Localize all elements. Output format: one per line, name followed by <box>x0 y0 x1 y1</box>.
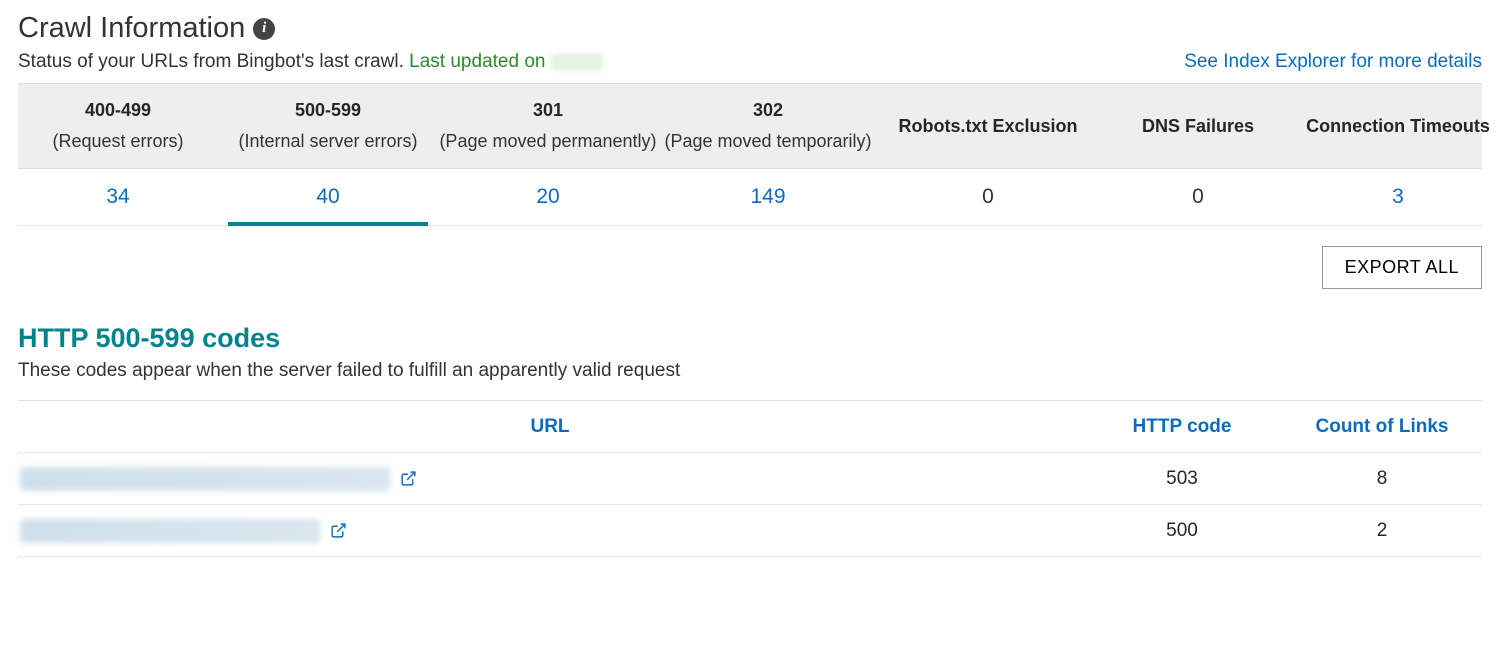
url-redacted <box>20 519 320 543</box>
open-external-icon[interactable] <box>400 470 417 487</box>
table-row: 503 8 <box>18 453 1482 505</box>
col-desc: (Request errors) <box>52 131 183 152</box>
td-count: 8 <box>1282 468 1482 490</box>
page-subtitle: Status of your URLs from Bingbot's last … <box>18 51 404 72</box>
info-icon[interactable]: i <box>253 18 275 40</box>
last-updated-prefix: Last updated on <box>409 51 551 72</box>
col-header-400-499[interactable]: 400-499 (Request errors) <box>18 100 218 152</box>
value-301[interactable]: 20 <box>438 169 658 225</box>
col-desc: (Internal server errors) <box>238 131 417 152</box>
col-label: DNS Failures <box>1142 116 1254 137</box>
table-row: 500 2 <box>18 505 1482 557</box>
col-header-connection-timeouts[interactable]: Connection Timeouts <box>1298 100 1498 152</box>
url-cell[interactable] <box>18 519 1082 543</box>
open-external-icon[interactable] <box>330 522 347 539</box>
url-cell[interactable] <box>18 467 1082 491</box>
col-desc: (Page moved permanently) <box>439 131 656 152</box>
section-description: These codes appear when the server faile… <box>18 360 1482 382</box>
url-table: URL HTTP code Count of Links 503 8 500 2 <box>18 400 1482 557</box>
value-text: 40 <box>316 185 339 208</box>
col-label: Robots.txt Exclusion <box>898 116 1077 137</box>
th-http-code[interactable]: HTTP code <box>1082 416 1282 438</box>
crawl-stats-header: 400-499 (Request errors) 500-599 (Intern… <box>18 84 1482 169</box>
last-updated-value-redacted <box>551 53 603 71</box>
td-http-code: 503 <box>1082 468 1282 490</box>
section-title: HTTP 500-599 codes <box>18 323 1482 354</box>
col-header-302[interactable]: 302 (Page moved temporarily) <box>658 100 878 152</box>
crawl-stats-values: 34 40 20 149 0 0 3 <box>18 169 1482 226</box>
export-all-button[interactable]: EXPORT ALL <box>1322 246 1482 289</box>
td-count: 2 <box>1282 520 1482 542</box>
url-redacted <box>20 467 390 491</box>
value-dns: 0 <box>1098 169 1298 225</box>
col-label: Connection Timeouts <box>1306 116 1490 137</box>
col-code: 301 <box>533 100 563 121</box>
crawl-stats: 400-499 (Request errors) 500-599 (Intern… <box>18 83 1482 226</box>
col-desc: (Page moved temporarily) <box>664 131 871 152</box>
page-title: Crawl Information <box>18 12 245 45</box>
value-302[interactable]: 149 <box>658 169 878 225</box>
col-header-301[interactable]: 301 (Page moved permanently) <box>438 100 658 152</box>
col-code: 302 <box>753 100 783 121</box>
selected-indicator <box>228 222 428 226</box>
index-explorer-link[interactable]: See Index Explorer for more details <box>1184 51 1482 73</box>
th-count-of-links[interactable]: Count of Links <box>1282 416 1482 438</box>
col-header-500-599[interactable]: 500-599 (Internal server errors) <box>218 100 438 152</box>
col-code: 500-599 <box>295 100 361 121</box>
value-connection-timeouts[interactable]: 3 <box>1298 169 1498 225</box>
table-header-row: URL HTTP code Count of Links <box>18 401 1482 453</box>
td-http-code: 500 <box>1082 520 1282 542</box>
value-400-499[interactable]: 34 <box>18 169 218 225</box>
value-robots: 0 <box>878 169 1098 225</box>
value-500-599[interactable]: 40 <box>218 169 438 225</box>
col-header-robots[interactable]: Robots.txt Exclusion <box>878 100 1098 152</box>
col-header-dns[interactable]: DNS Failures <box>1098 100 1298 152</box>
th-url[interactable]: URL <box>18 416 1082 438</box>
col-code: 400-499 <box>85 100 151 121</box>
